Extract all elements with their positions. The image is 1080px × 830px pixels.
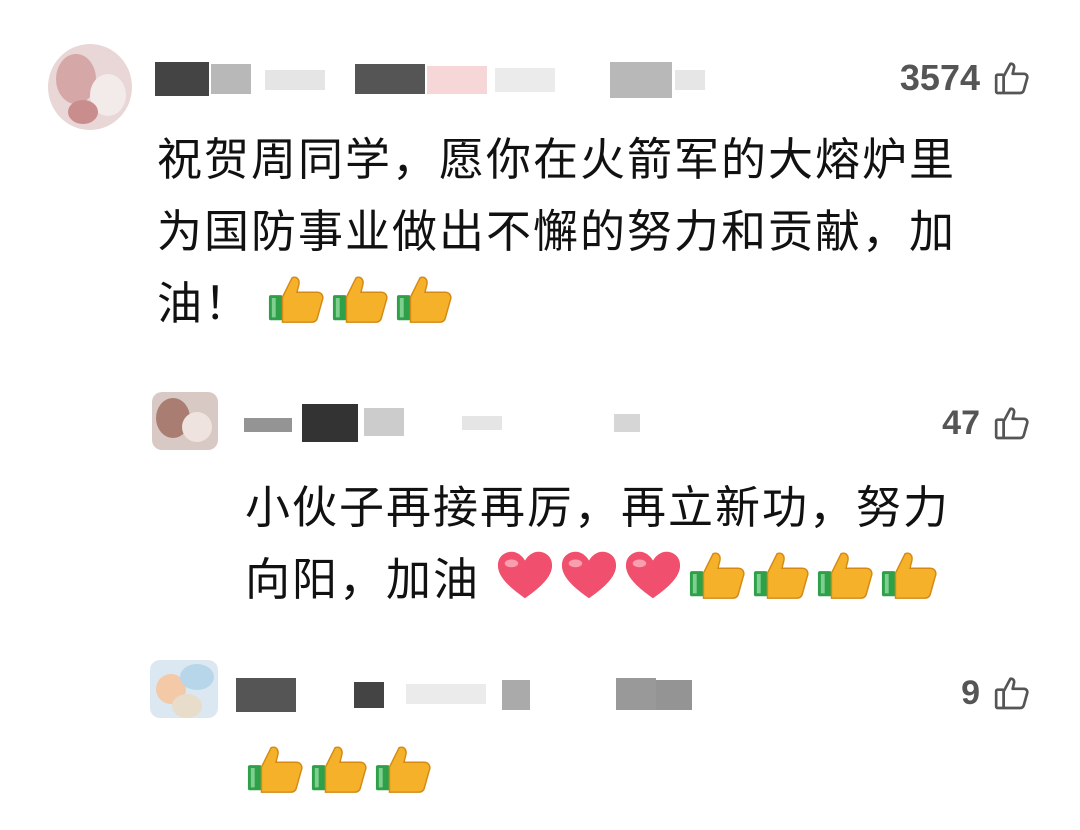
thumbs-up-emoji-icon: [269, 276, 324, 323]
like-count-value: 9: [961, 673, 980, 712]
thumbs-up-emoji-icon: [818, 552, 873, 599]
comment-line: 油！: [157, 277, 252, 330]
like-count[interactable]: 47: [942, 402, 1032, 444]
thumbs-up-outline-icon[interactable]: [992, 673, 1032, 713]
heart-emoji-icon: [562, 551, 617, 599]
thumbs-up-emoji-icon: [375, 746, 431, 793]
comment-text: 祝贺周同学，愿你在火箭军的大熔炉里 为国防事业做出不懈的努力和贡献，加 油！: [157, 124, 956, 340]
comment-line: 为国防事业做出不懈的努力和贡献，加: [157, 205, 957, 258]
like-count-value: 3574: [899, 57, 980, 98]
thumbs-up-outline-icon[interactable]: [992, 58, 1032, 98]
username-redacted[interactable]: [236, 674, 696, 714]
thumbs-up-emoji-icon: [333, 276, 388, 323]
comment-line-with-emoji: 向阳，加油: [245, 544, 950, 616]
username-redacted[interactable]: [244, 402, 664, 442]
avatar[interactable]: [48, 44, 132, 130]
like-count[interactable]: 9: [961, 672, 1032, 714]
comment-line: 向阳，加油: [245, 553, 481, 606]
avatar[interactable]: [152, 392, 218, 450]
thumbs-up-emoji-icon: [247, 746, 303, 793]
thumbs-up-emoji-icon: [690, 552, 745, 599]
username-redacted[interactable]: [155, 58, 715, 98]
thumbs-up-emoji-icon: [882, 552, 937, 599]
comment-line-with-emoji: [246, 738, 438, 810]
thumbs-up-emoji-icon: [754, 552, 809, 599]
avatar[interactable]: [150, 660, 218, 718]
thumbs-up-outline-icon[interactable]: [992, 403, 1032, 443]
thumbs-up-emoji-icon: [311, 746, 367, 793]
like-count[interactable]: 3574: [900, 56, 1032, 100]
heart-emoji-icon: [626, 551, 681, 599]
comment-line-with-emoji: 油！: [157, 268, 956, 340]
comment-text: 小伙子再接再厉，再立新功，努力 向阳，加油: [245, 472, 950, 616]
heart-emoji-icon: [498, 551, 553, 599]
thumbs-up-emoji-icon: [397, 276, 452, 323]
like-count-value: 47: [942, 403, 980, 442]
comment-line: 祝贺周同学，愿你在火箭军的大熔炉里: [157, 133, 957, 186]
comment-line: 小伙子再接再厉，再立新功，努力: [245, 481, 951, 534]
comment-text: [246, 738, 438, 810]
